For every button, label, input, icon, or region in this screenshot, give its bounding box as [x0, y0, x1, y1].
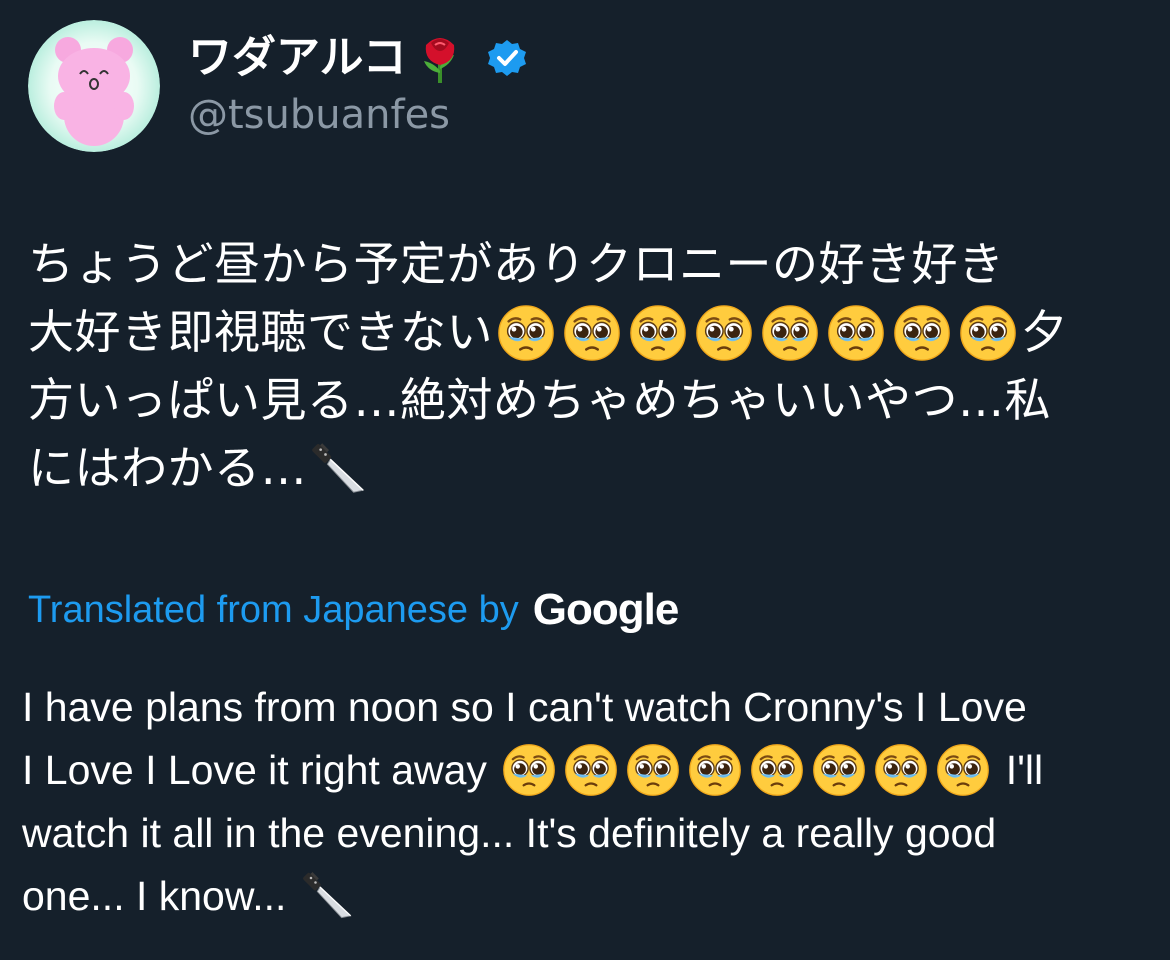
text-segment: one... I know... [22, 873, 298, 919]
knife-icon [311, 440, 369, 498]
pleading-face-icon [893, 304, 951, 362]
text-line: I have plans from noon so I can't watch … [22, 676, 1152, 739]
pleading-face-icon [959, 304, 1017, 362]
author-name-row[interactable]: ワダアルコ [188, 30, 527, 86]
pleading-face-icon [563, 304, 621, 362]
pleading-face-icon [761, 304, 819, 362]
tweet-text: ちょうど昼から予定がありクロニーの好き好き 大好き即視聴できない 夕 方いっぱい… [28, 230, 1148, 502]
pleading-face-icon [688, 743, 742, 797]
rose-icon [413, 31, 467, 85]
pleading-face-icon [564, 743, 618, 797]
text-line: watch it all in the evening... It's defi… [22, 802, 1152, 865]
text-segment: ちょうど昼から予定がありクロニーの好き好き [28, 237, 1005, 291]
pleading-face-icon [502, 743, 556, 797]
translated-from-label[interactable]: Translated from Japanese by [28, 589, 519, 632]
author-handle[interactable]: @tsubuanfes [188, 90, 450, 140]
pleading-face-icon [936, 743, 990, 797]
text-line: I Love I Love it right away I'll [22, 739, 1152, 802]
text-line: 方いっぱい見る…絶対めちゃめちゃいいやつ…私 [28, 366, 1148, 434]
pleading-face-icon [626, 743, 680, 797]
text-line: one... I know... [22, 865, 1152, 928]
google-logo: Google [532, 585, 680, 634]
text-segment: 方いっぱい見る…絶対めちゃめちゃいいやつ…私 [28, 373, 1051, 427]
text-segment: 夕 [1021, 305, 1068, 359]
translation-attribution: Translated from Japanese by Google [28, 582, 680, 638]
pleading-face-icon [629, 304, 687, 362]
pleading-face-icon [695, 304, 753, 362]
text-line: 大好き即視聴できない 夕 [28, 298, 1148, 366]
text-segment: にはわかる… [28, 441, 307, 495]
avatar[interactable] [28, 20, 160, 152]
pleading-face-icon [874, 743, 928, 797]
text-line: ちょうど昼から予定がありクロニーの好き好き [28, 230, 1148, 298]
text-segment: 大好き即視聴できない [28, 305, 493, 359]
author-display-name[interactable]: ワダアルコ [188, 30, 407, 86]
pleading-face-icon [812, 743, 866, 797]
text-segment: I'll [994, 747, 1044, 793]
text-segment: I Love I Love it right away [22, 747, 499, 793]
pleading-face-icon [827, 304, 885, 362]
text-line: にはわかる… [28, 434, 1148, 502]
text-segment: I have plans from noon so I can't watch … [22, 684, 1027, 730]
verified-badge-icon[interactable] [473, 38, 527, 78]
translated-text: I have plans from noon so I can't watch … [22, 676, 1152, 928]
avatar-image [28, 20, 160, 152]
knife-icon [302, 869, 356, 923]
pleading-face-icon [750, 743, 804, 797]
text-segment: watch it all in the evening... It's defi… [22, 810, 997, 856]
pleading-face-icon [497, 304, 555, 362]
